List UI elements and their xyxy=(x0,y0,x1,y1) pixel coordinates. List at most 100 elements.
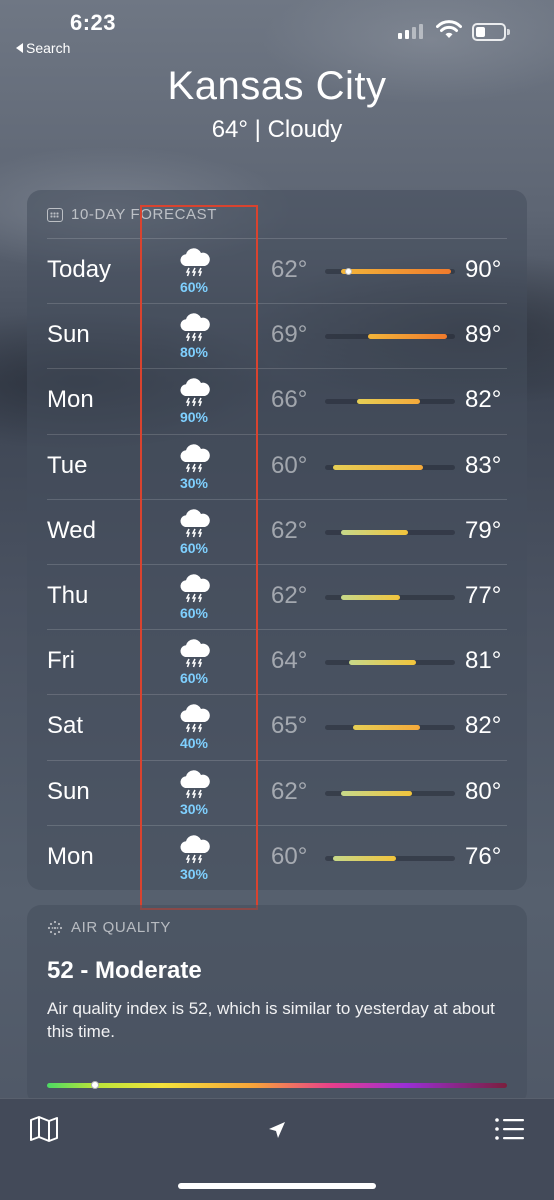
bottom-toolbar xyxy=(0,1098,554,1200)
air-quality-scale xyxy=(47,1083,507,1088)
temp-range-bar xyxy=(332,464,424,470)
forecast-day: Sun xyxy=(47,777,90,805)
forecast-row[interactable]: Sun 80% 69° 89° xyxy=(47,303,507,368)
temp-range-track xyxy=(325,334,455,340)
high-temp: 76° xyxy=(465,842,502,870)
high-temp: 89° xyxy=(465,321,502,349)
current-temp-marker xyxy=(344,268,352,275)
status-bar: 6:23 Search xyxy=(0,0,554,60)
low-temp: 62° xyxy=(271,256,308,283)
temp-range-track xyxy=(325,790,455,796)
low-temp: 62° xyxy=(271,777,308,805)
cellular-signal-icon xyxy=(398,24,423,39)
temp-range-track xyxy=(325,594,455,600)
precip-chance: 60% xyxy=(179,539,209,556)
high-temp: 82° xyxy=(465,712,502,740)
forecast-day: Thu xyxy=(47,581,89,609)
thunderstorm-cloud-icon xyxy=(180,639,210,668)
temp-range-track xyxy=(325,725,455,731)
low-temp: 66° xyxy=(271,386,308,414)
temp-range-bar xyxy=(340,269,452,274)
ten-day-forecast-card[interactable]: 10-DAY FORECAST Today 60% 62° 90° Sun 80% 69° 8… xyxy=(27,190,527,890)
temp-range-bar xyxy=(356,399,420,405)
list-icon[interactable] xyxy=(494,1115,526,1143)
temp-range-track xyxy=(325,268,455,275)
precip-chance: 40% xyxy=(179,735,209,752)
forecast-row[interactable]: Sun 30% 62° 80° xyxy=(47,759,507,825)
location-arrow-icon[interactable] xyxy=(266,1119,288,1141)
low-temp: 64° xyxy=(271,647,308,675)
forecast-row[interactable]: Today 60% 62° 90° xyxy=(47,238,507,303)
forecast-day: Tue xyxy=(47,451,88,479)
high-temp: 77° xyxy=(465,581,502,609)
temp-range-track xyxy=(325,660,455,666)
air-quality-header: AIR QUALITY xyxy=(47,919,171,936)
thunderstorm-cloud-icon xyxy=(180,378,210,407)
thunderstorm-cloud-icon xyxy=(180,834,210,863)
high-temp: 79° xyxy=(465,516,502,544)
back-label: Search xyxy=(26,40,71,56)
precip-chance: 90% xyxy=(179,409,209,426)
high-temp: 80° xyxy=(465,777,502,805)
forecast-day: Fri xyxy=(47,647,75,675)
forecast-row[interactable]: Mon 30% 60° 76° xyxy=(47,824,507,890)
thunderstorm-cloud-icon xyxy=(180,574,210,603)
thunderstorm-cloud-icon xyxy=(180,313,210,342)
temp-range-track xyxy=(325,399,455,405)
temp-range-bar xyxy=(340,790,412,796)
air-quality-card[interactable]: AIR QUALITY 52 - Moderate Air quality in… xyxy=(27,905,527,1105)
city-name: Kansas City xyxy=(167,64,387,108)
precip-chance: 80% xyxy=(179,344,209,361)
thunderstorm-cloud-icon xyxy=(180,248,210,277)
high-temp: 83° xyxy=(465,451,502,479)
wifi-icon xyxy=(436,20,462,38)
forecast-row[interactable]: Sat 40% 65° 82° xyxy=(47,694,507,759)
temp-range-track xyxy=(325,464,455,470)
forecast-day: Sat xyxy=(47,712,84,740)
map-icon[interactable] xyxy=(28,1115,60,1143)
precip-chance: 30% xyxy=(179,474,209,491)
high-temp: 90° xyxy=(465,256,502,283)
thunderstorm-cloud-icon xyxy=(180,509,210,538)
low-temp: 62° xyxy=(271,516,308,544)
back-to-search[interactable]: Search xyxy=(16,40,70,56)
thunderstorm-cloud-icon xyxy=(180,443,210,472)
high-temp: 82° xyxy=(465,386,502,414)
low-temp: 69° xyxy=(271,321,308,349)
forecast-row[interactable]: Thu 60% 62° 77° xyxy=(47,563,507,629)
forecast-row[interactable]: Fri 60% 64° 81° xyxy=(47,629,507,694)
temp-range-bar xyxy=(368,334,448,340)
back-arrow-icon xyxy=(16,43,23,53)
precip-chance: 60% xyxy=(179,279,209,295)
low-temp: 65° xyxy=(271,712,308,740)
current-conditions: 64° | Cloudy xyxy=(211,116,343,143)
forecast-day: Sun xyxy=(47,321,90,349)
air-quality-icon xyxy=(47,920,63,935)
precip-chance: 30% xyxy=(179,800,209,817)
home-indicator xyxy=(178,1183,376,1189)
temp-range-bar xyxy=(352,725,420,731)
air-quality-value: 52 - Moderate xyxy=(47,957,202,984)
forecast-day: Wed xyxy=(47,516,96,544)
forecast-row[interactable]: Tue 30% 60° 83° xyxy=(47,433,507,499)
forecast-day: Today xyxy=(47,256,112,283)
temp-range-bar xyxy=(348,660,416,666)
air-quality-marker xyxy=(90,1081,99,1089)
thunderstorm-cloud-icon xyxy=(180,704,210,733)
temp-range-track xyxy=(325,855,455,861)
battery-icon xyxy=(472,23,510,41)
precip-chance: 30% xyxy=(179,865,209,882)
forecast-row[interactable]: Mon 90% 66° 82° xyxy=(47,368,507,433)
temp-range-bar xyxy=(340,529,408,535)
forecast-day: Mon xyxy=(47,386,94,414)
temp-range-bar xyxy=(340,594,400,600)
air-quality-title: AIR QUALITY xyxy=(71,919,171,936)
temp-range-track xyxy=(325,529,455,535)
precip-chance: 60% xyxy=(179,604,209,621)
high-temp: 81° xyxy=(465,647,502,675)
forecast-list: Today 60% 62° 90° Sun 80% 69° 89° Mon 90% 66° 82° Tu… xyxy=(47,238,507,890)
forecast-header: 10-DAY FORECAST xyxy=(47,206,217,223)
low-temp: 60° xyxy=(271,842,308,870)
precip-chance: 60% xyxy=(179,670,209,687)
forecast-row[interactable]: Wed 60% 62° 79° xyxy=(47,498,507,564)
